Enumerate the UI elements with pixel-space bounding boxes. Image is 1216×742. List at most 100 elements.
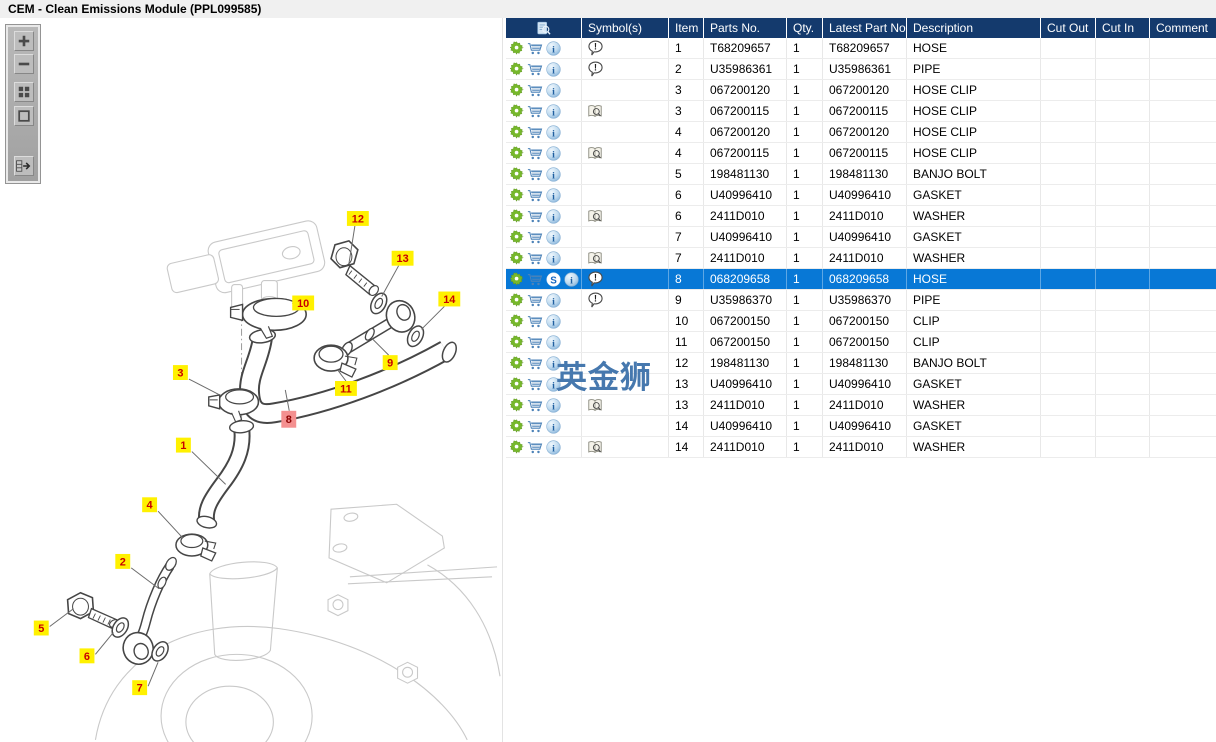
table-row[interactable]: i 7 U40996410 1 U40996410 GASKET	[506, 227, 1216, 248]
cart-icon[interactable]	[527, 145, 543, 161]
diagram-callout-label-14: 14	[443, 294, 456, 306]
cell-parts-no: U40996410	[704, 374, 787, 394]
cart-icon[interactable]	[527, 61, 543, 77]
cart-icon[interactable]	[527, 397, 543, 413]
zoom-out-button[interactable]	[14, 54, 34, 74]
table-row[interactable]: i 13 2411D010 1 2411D010 WASHER	[506, 395, 1216, 416]
cart-icon[interactable]	[527, 355, 543, 371]
info-icon[interactable]: i	[563, 271, 579, 287]
gear-icon[interactable]	[509, 166, 525, 182]
fit-view-button[interactable]	[14, 106, 34, 126]
info-icon[interactable]: i	[545, 187, 561, 203]
info-icon[interactable]: i	[545, 439, 561, 455]
table-row[interactable]: Si! 8 068209658 1 068209658 HOSE	[506, 269, 1216, 290]
table-row[interactable]: i 4 067200115 1 067200115 HOSE CLIP	[506, 143, 1216, 164]
zoom-in-button[interactable]	[14, 31, 34, 51]
cart-icon[interactable]	[527, 124, 543, 140]
cell-parts-no: 067200120	[704, 80, 787, 100]
cell-cut-out	[1041, 59, 1096, 79]
table-row[interactable]: i 5 198481130 1 198481130 BANJO BOLT	[506, 164, 1216, 185]
symbol-cell	[582, 80, 669, 100]
table-row[interactable]: i 10 067200150 1 067200150 CLIP	[506, 311, 1216, 332]
gear-icon[interactable]	[509, 355, 525, 371]
cell-cut-in	[1096, 185, 1150, 205]
cell-latest-part-no: U35986370	[823, 290, 907, 310]
gear-icon[interactable]	[509, 397, 525, 413]
symbol-cell	[582, 206, 669, 226]
cart-icon[interactable]	[527, 103, 543, 119]
cart-icon[interactable]	[527, 40, 543, 56]
cart-icon[interactable]	[527, 82, 543, 98]
gear-icon[interactable]	[509, 145, 525, 161]
gear-icon[interactable]	[509, 103, 525, 119]
gear-icon[interactable]	[509, 439, 525, 455]
cart-icon[interactable]	[527, 439, 543, 455]
table-row[interactable]: i! 2 U35986361 1 U35986361 PIPE	[506, 59, 1216, 80]
info-icon[interactable]: i	[545, 124, 561, 140]
gear-icon[interactable]	[509, 208, 525, 224]
gear-icon[interactable]	[509, 124, 525, 140]
cart-icon[interactable]	[527, 292, 543, 308]
cart-icon[interactable]	[527, 313, 543, 329]
gear-icon[interactable]	[509, 61, 525, 77]
table-row[interactable]: i 3 067200120 1 067200120 HOSE CLIP	[506, 80, 1216, 101]
table-row[interactable]: i 6 U40996410 1 U40996410 GASKET	[506, 185, 1216, 206]
table-row[interactable]: i! 1 T68209657 1 T68209657 HOSE	[506, 38, 1216, 59]
gear-icon[interactable]	[509, 229, 525, 245]
table-row[interactable]: i 14 2411D010 1 2411D010 WASHER	[506, 437, 1216, 458]
cell-parts-no: U40996410	[704, 227, 787, 247]
gear-icon[interactable]	[509, 187, 525, 203]
cart-icon[interactable]	[527, 187, 543, 203]
table-row[interactable]: i 6 2411D010 1 2411D010 WASHER	[506, 206, 1216, 227]
info-icon[interactable]: i	[545, 397, 561, 413]
gear-icon[interactable]	[509, 82, 525, 98]
cart-icon[interactable]	[527, 229, 543, 245]
diagram-callout-label-11: 11	[340, 383, 352, 395]
cart-icon[interactable]	[527, 208, 543, 224]
info-icon[interactable]: i	[545, 166, 561, 182]
info-icon[interactable]: i	[545, 250, 561, 266]
info-icon[interactable]: i	[545, 334, 561, 350]
table-row[interactable]: i 3 067200115 1 067200115 HOSE CLIP	[506, 101, 1216, 122]
info-icon[interactable]: i	[545, 61, 561, 77]
cart-icon[interactable]	[527, 166, 543, 182]
info-icon[interactable]: i	[545, 40, 561, 56]
info-icon[interactable]: i	[545, 103, 561, 119]
cell-latest-part-no: 067200115	[823, 143, 907, 163]
info-icon[interactable]: i	[545, 208, 561, 224]
cell-cut-out	[1041, 248, 1096, 268]
cart-icon[interactable]	[527, 334, 543, 350]
gear-icon[interactable]	[509, 376, 525, 392]
tile-view-button[interactable]	[14, 82, 34, 102]
gear-icon[interactable]	[509, 40, 525, 56]
cart-icon[interactable]	[527, 271, 543, 287]
cell-parts-no: 067200115	[704, 101, 787, 121]
info-icon[interactable]: i	[545, 229, 561, 245]
table-row[interactable]: i 4 067200120 1 067200120 HOSE CLIP	[506, 122, 1216, 143]
diagram-callout-label-8: 8	[286, 414, 292, 426]
info-icon[interactable]: i	[545, 313, 561, 329]
info-icon[interactable]: i	[545, 82, 561, 98]
cart-icon[interactable]	[527, 250, 543, 266]
info-icon[interactable]: i	[545, 418, 561, 434]
gear-icon[interactable]	[509, 271, 525, 287]
cell-qty: 1	[787, 185, 823, 205]
gear-icon[interactable]	[509, 418, 525, 434]
cart-icon[interactable]	[527, 418, 543, 434]
info-icon[interactable]: i	[545, 292, 561, 308]
toggle-table-panel-button[interactable]	[14, 156, 34, 176]
gear-icon[interactable]	[509, 313, 525, 329]
parts-search-header-cell[interactable]	[506, 18, 582, 38]
gear-icon[interactable]	[509, 334, 525, 350]
cell-parts-no: 198481130	[704, 353, 787, 373]
table-row[interactable]: i! 9 U35986370 1 U35986370 PIPE	[506, 290, 1216, 311]
info-icon[interactable]: i	[545, 145, 561, 161]
table-row[interactable]: i 11 067200150 1 067200150 CLIP	[506, 332, 1216, 353]
table-row[interactable]: i 7 2411D010 1 2411D010 WASHER	[506, 248, 1216, 269]
gear-icon[interactable]	[509, 292, 525, 308]
s-icon[interactable]: S	[545, 271, 561, 287]
table-row[interactable]: i 14 U40996410 1 U40996410 GASKET	[506, 416, 1216, 437]
cart-icon[interactable]	[527, 376, 543, 392]
parts-diagram[interactable]: 1234567891011121314	[0, 18, 502, 742]
gear-icon[interactable]	[509, 250, 525, 266]
